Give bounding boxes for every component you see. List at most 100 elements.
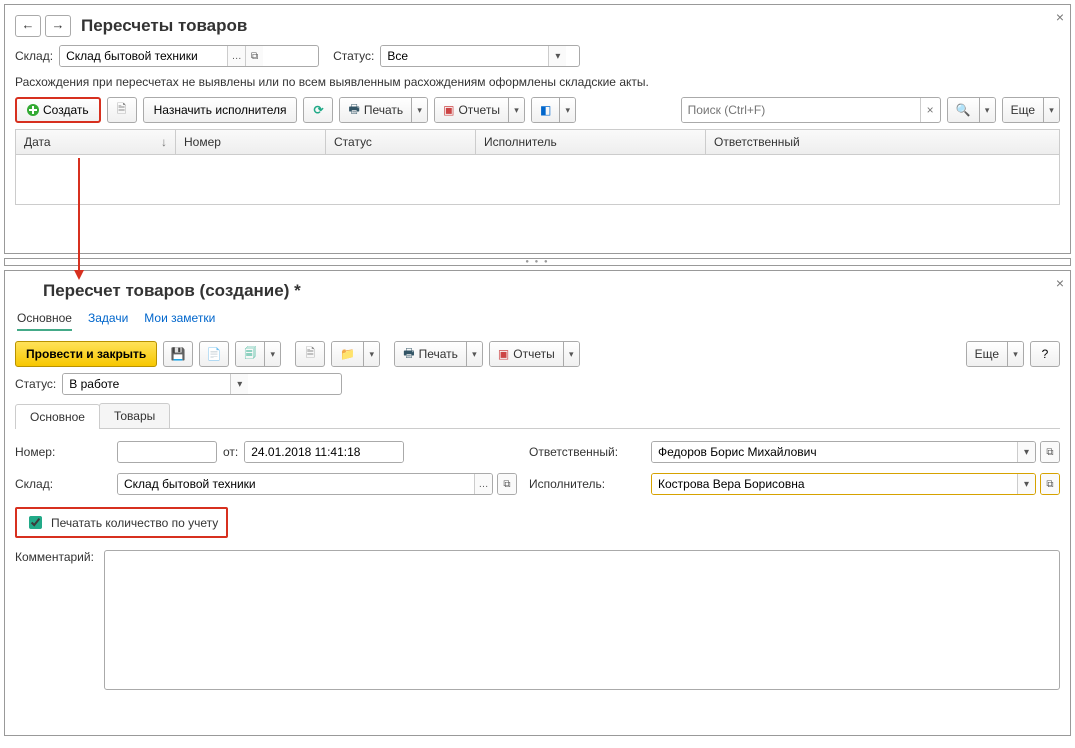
folder-split-button[interactable]: 📁 ▾	[331, 341, 380, 367]
close-icon[interactable]: ×	[1056, 275, 1064, 291]
status-input[interactable]	[381, 46, 548, 66]
responsible-label: Ответственный:	[529, 445, 639, 459]
extra-split-button[interactable]: ◧ ▾	[531, 97, 576, 123]
post-button[interactable]: 📄	[199, 341, 229, 367]
warehouse-open-button[interactable]: ⧉	[498, 474, 516, 494]
page-title: Пересчеты товаров	[81, 16, 247, 36]
doc-button[interactable]: 🗎	[295, 341, 325, 367]
annotation-arrow	[78, 158, 80, 278]
tab-osnovnoe[interactable]: Основное	[15, 404, 100, 429]
warehouse-select-button[interactable]: …	[227, 46, 245, 66]
more-dropdown[interactable]: ▾	[1043, 98, 1059, 122]
tab-main-link[interactable]: Основное	[17, 311, 72, 331]
warehouse-label: Склад:	[15, 49, 53, 63]
warehouse-input[interactable]	[60, 46, 227, 66]
reports-dropdown[interactable]: ▾	[563, 342, 579, 366]
executor-input[interactable]	[652, 474, 1017, 494]
status-label: Статус:	[333, 49, 374, 63]
print-qty-checkbox-group: Печатать количество по учету	[15, 507, 228, 538]
reports-split-button[interactable]: ▣Отчеты ▾	[489, 341, 580, 367]
assign-executor-button[interactable]: Назначить исполнителя	[143, 97, 298, 123]
page-title: Пересчет товаров (создание) *	[43, 281, 1060, 301]
pane-splitter[interactable]: ● ● ●	[4, 258, 1071, 266]
folder-dropdown[interactable]: ▾	[363, 342, 379, 366]
date-input[interactable]	[245, 442, 404, 462]
recount-create-pane: × Пересчет товаров (создание) * Основное…	[4, 270, 1071, 736]
refresh-button[interactable]: ⟳	[303, 97, 333, 123]
warehouse-open-button[interactable]: ⧉	[245, 46, 263, 66]
create-based-button[interactable]: 🗐 ▾	[235, 341, 281, 367]
warehouse-input[interactable]	[118, 474, 474, 494]
search-input[interactable]	[682, 98, 920, 122]
col-responsible[interactable]: Ответственный	[706, 130, 1059, 154]
table-header: Дата↓ Номер Статус Исполнитель Ответстве…	[15, 129, 1060, 155]
folder-icon: 📁	[340, 347, 355, 361]
save-button[interactable]: 💾	[163, 341, 193, 367]
print-qty-checkbox[interactable]	[29, 516, 42, 529]
tab-tasks-link[interactable]: Задачи	[88, 311, 128, 331]
gear-icon: ◧	[540, 103, 551, 117]
copy-button[interactable]: 🗎	[107, 97, 137, 123]
close-icon[interactable]: ×	[1056, 9, 1064, 25]
copy-icon: 🗐	[244, 344, 256, 365]
executor-open-button[interactable]: ⧉	[1041, 474, 1059, 494]
printer-icon: 🖶	[348, 100, 359, 121]
search-go-button[interactable]: 🔍 ▾	[947, 97, 996, 123]
print-dropdown[interactable]: ▾	[411, 98, 427, 122]
nav-back-button[interactable]: ←	[15, 15, 41, 37]
comment-label: Комментарий:	[15, 550, 94, 564]
more-dropdown[interactable]: ▾	[1007, 342, 1023, 366]
tab-tovary[interactable]: Товары	[99, 403, 170, 428]
create-based-dropdown[interactable]: ▾	[264, 342, 280, 366]
responsible-input[interactable]	[652, 442, 1017, 462]
refresh-icon: ⟳	[313, 103, 323, 117]
plus-icon	[27, 104, 39, 116]
tab-notes-link[interactable]: Мои заметки	[144, 311, 215, 331]
post-icon: 📄	[207, 347, 222, 361]
responsible-open-button[interactable]: ⧉	[1041, 442, 1059, 462]
print-dropdown[interactable]: ▾	[466, 342, 482, 366]
chart-icon: ▣	[498, 347, 509, 361]
document-icon: 🗎	[305, 344, 315, 365]
warehouse-select-button[interactable]: …	[474, 474, 492, 494]
reports-split-button[interactable]: ▣Отчеты ▾	[434, 97, 525, 123]
responsible-dropdown-button[interactable]: ▾	[1017, 442, 1035, 462]
table-body[interactable]	[15, 155, 1060, 205]
col-executor[interactable]: Исполнитель	[476, 130, 706, 154]
status-dropdown-button[interactable]: ▾	[548, 46, 566, 66]
help-button[interactable]: ?	[1030, 341, 1060, 367]
status-dropdown-button[interactable]: ▾	[230, 374, 248, 394]
printer-icon: 🖶	[403, 344, 414, 365]
document-icon: 🗎	[117, 100, 127, 121]
search-clear-button[interactable]: ×	[920, 98, 940, 122]
number-label: Номер:	[15, 445, 105, 459]
recount-list-pane: × ← → Пересчеты товаров Склад: … ⧉ Стату…	[4, 4, 1071, 254]
executor-dropdown-button[interactable]: ▾	[1017, 474, 1035, 494]
print-qty-label: Печатать количество по учету	[51, 516, 218, 530]
col-status[interactable]: Статус	[326, 130, 476, 154]
info-text: Расхождения при пересчетах не выявлены и…	[15, 75, 1060, 89]
extra-dropdown[interactable]: ▾	[559, 98, 575, 122]
chart-icon: ▣	[443, 103, 454, 117]
print-split-button[interactable]: 🖶Печать ▾	[339, 97, 428, 123]
create-button[interactable]: Создать	[15, 97, 101, 123]
number-input[interactable]	[117, 441, 217, 463]
reports-dropdown[interactable]: ▾	[508, 98, 524, 122]
print-split-button[interactable]: 🖶Печать ▾	[394, 341, 483, 367]
status-label: Статус:	[15, 377, 56, 391]
post-and-close-button[interactable]: Провести и закрыть	[15, 341, 157, 367]
executor-label: Исполнитель:	[529, 477, 639, 491]
status-input[interactable]	[63, 374, 230, 394]
col-number[interactable]: Номер	[176, 130, 326, 154]
comment-textarea[interactable]	[104, 550, 1060, 690]
warehouse-label: Склад:	[15, 477, 105, 491]
magnify-icon: 🔍	[956, 103, 971, 117]
sort-down-icon: ↓	[161, 135, 167, 149]
save-icon: 💾	[171, 347, 186, 361]
from-label: от:	[223, 445, 238, 459]
more-button[interactable]: Еще ▾	[966, 341, 1024, 367]
more-button[interactable]: Еще ▾	[1002, 97, 1060, 123]
col-date[interactable]: Дата↓	[16, 130, 176, 154]
nav-forward-button[interactable]: →	[45, 15, 71, 37]
search-dropdown[interactable]: ▾	[979, 98, 995, 122]
